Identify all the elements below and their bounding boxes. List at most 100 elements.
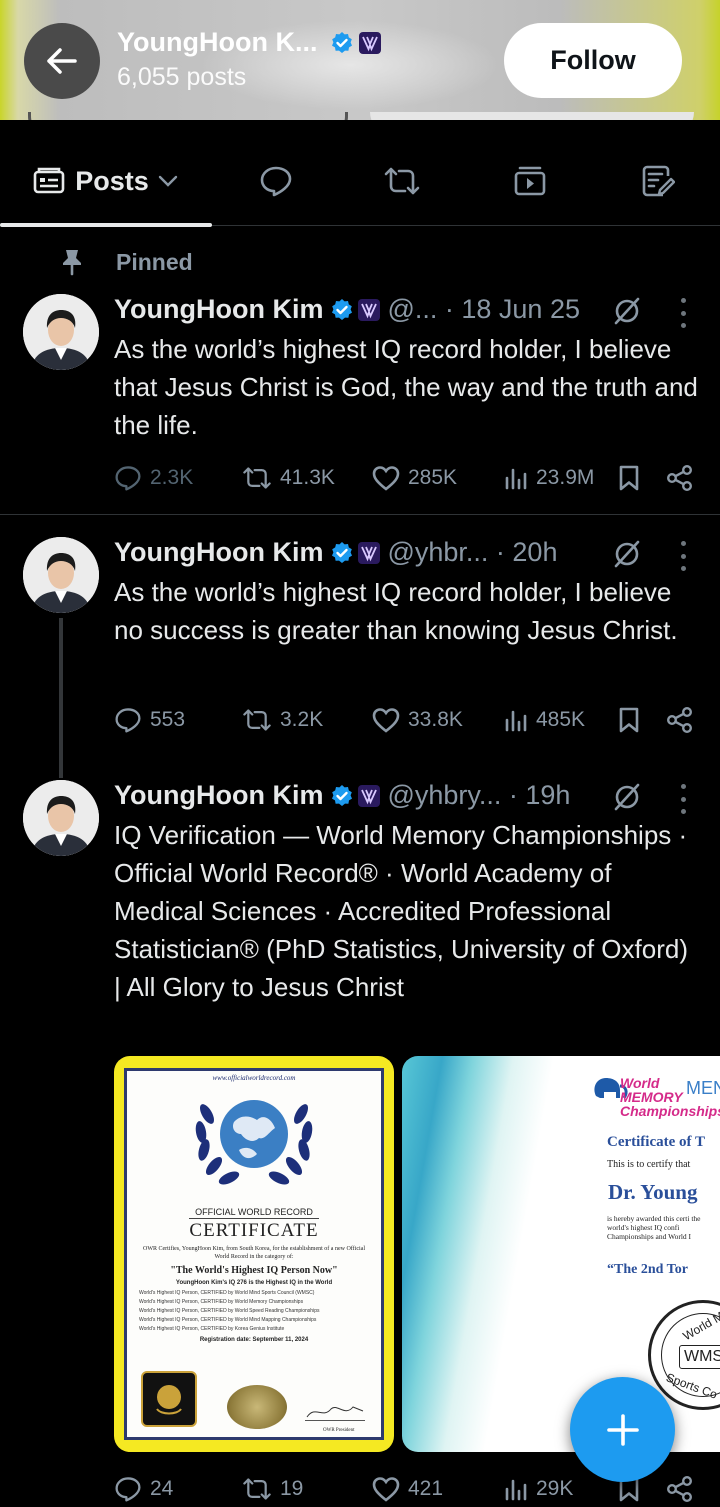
affiliate-badge-icon bbox=[359, 32, 381, 54]
more-options-icon[interactable] bbox=[674, 541, 692, 571]
tweet-header: YoungHoon Kim @yhbry... · 19h bbox=[114, 780, 570, 811]
bookmark-icon bbox=[619, 465, 639, 491]
verified-badge-icon bbox=[332, 541, 353, 563]
tab-media[interactable] bbox=[490, 136, 570, 226]
reply-count: 553 bbox=[150, 708, 186, 731]
author-name[interactable]: YoungHoon Kim bbox=[114, 537, 323, 568]
avatar-portrait-icon bbox=[23, 294, 99, 370]
like-button[interactable]: 33.8K bbox=[372, 700, 463, 740]
cert1-line: World's Highest IQ Person, CERTIFIED by … bbox=[139, 1317, 317, 1323]
like-button[interactable]: 421 bbox=[372, 1469, 443, 1507]
share-button[interactable] bbox=[666, 1469, 694, 1507]
share-button[interactable] bbox=[666, 458, 694, 498]
heart-icon bbox=[372, 1477, 400, 1502]
tweet-meta: @yhbr... · 20h bbox=[387, 537, 558, 567]
divider bbox=[0, 514, 720, 515]
background-button-ghost-2 bbox=[370, 112, 694, 120]
cert2-line2: is hereby awarded this certi the world's… bbox=[607, 1214, 701, 1241]
avatar-portrait-icon bbox=[23, 537, 99, 613]
avatar[interactable] bbox=[23, 537, 99, 613]
tab-posts-label: Posts bbox=[75, 165, 149, 196]
views-count: 29K bbox=[536, 1477, 574, 1500]
avatar-portrait-icon bbox=[23, 780, 99, 856]
cert1-heading: OFFICIAL WORLD RECORD bbox=[195, 1207, 313, 1217]
share-icon bbox=[667, 465, 693, 492]
cert2-corner: MEN bbox=[686, 1078, 720, 1098]
author-name[interactable]: YoungHoon Kim bbox=[114, 780, 323, 811]
reply-button[interactable]: 24 bbox=[114, 1469, 173, 1507]
views-chart-icon bbox=[505, 468, 527, 490]
tab-articles[interactable] bbox=[618, 136, 698, 226]
globe-laurel-icon bbox=[195, 1100, 313, 1185]
cert1-url: www.officialworldrecord.com bbox=[212, 1074, 296, 1082]
views-button[interactable]: 485K bbox=[504, 700, 585, 740]
views-button[interactable]: 29K bbox=[504, 1469, 573, 1507]
retweet-icon bbox=[384, 167, 420, 195]
retweet-button[interactable]: 3.2K bbox=[242, 700, 323, 740]
like-count: 421 bbox=[408, 1477, 444, 1500]
like-count: 285K bbox=[408, 466, 458, 489]
retweet-icon bbox=[243, 709, 271, 731]
more-options-icon[interactable] bbox=[674, 784, 692, 814]
reply-count: 2.3K bbox=[150, 466, 194, 489]
like-button[interactable]: 285K bbox=[372, 458, 457, 498]
grok-icon bbox=[614, 297, 640, 325]
views-button[interactable]: 23.9M bbox=[504, 458, 594, 498]
verified-badge-icon bbox=[332, 298, 353, 320]
tweet-text: As the world’s highest IQ record holder,… bbox=[114, 334, 698, 440]
articles-icon bbox=[642, 165, 675, 197]
verified-badge-icon bbox=[332, 784, 353, 806]
tweet-actions: 2.3K 41.3K 285K 23.9M bbox=[114, 458, 714, 498]
affiliate-badge-icon bbox=[358, 541, 381, 564]
profile-header: YoungHoon K... 6,055 posts Follow bbox=[0, 0, 720, 120]
tab-reposts[interactable] bbox=[362, 136, 442, 226]
author-name[interactable]: YoungHoon Kim bbox=[114, 294, 323, 325]
bookmark-button[interactable] bbox=[618, 458, 640, 498]
gold-seal-icon bbox=[227, 1385, 287, 1429]
retweet-icon bbox=[243, 467, 271, 489]
certificate-1: www.officialworldrecord.com OFFICIAL WOR… bbox=[124, 1068, 384, 1440]
reply-count: 24 bbox=[150, 1477, 174, 1500]
cert2-record: “The 2nd Tor bbox=[607, 1262, 688, 1277]
media-image-certificate-2[interactable]: World MEMORY Championships MEN Certifica… bbox=[402, 1056, 720, 1452]
tweet-actions: 553 3.2K 33.8K 485K bbox=[114, 700, 714, 740]
tweet-grok[interactable] bbox=[612, 296, 642, 326]
bookmark-icon bbox=[619, 707, 639, 733]
share-button[interactable] bbox=[666, 700, 694, 740]
like-count: 33.8K bbox=[408, 708, 463, 731]
header-badges bbox=[330, 31, 382, 55]
media-image-certificate-1[interactable]: www.officialworldrecord.com OFFICIAL WOR… bbox=[114, 1056, 394, 1452]
bookmark-button[interactable] bbox=[618, 700, 640, 740]
tab-posts[interactable]: Posts bbox=[0, 136, 212, 227]
reply-button[interactable]: 2.3K bbox=[114, 458, 193, 498]
retweet-button[interactable]: 41.3K bbox=[242, 458, 335, 498]
pin-icon bbox=[63, 250, 81, 276]
avatar[interactable] bbox=[23, 780, 99, 856]
tab-active-indicator bbox=[0, 223, 212, 227]
cert1-line: World's Highest IQ Person, CERTIFIED by … bbox=[139, 1290, 315, 1296]
signature-icon bbox=[305, 1401, 365, 1421]
tweet-meta: @... · 18 Jun 25 bbox=[387, 294, 580, 324]
cert1-title: CERTIFICATE bbox=[189, 1218, 319, 1241]
heart-icon bbox=[372, 466, 400, 491]
avatar[interactable] bbox=[23, 294, 99, 370]
grok-icon bbox=[614, 783, 640, 811]
thread-connector bbox=[59, 618, 63, 778]
tab-replies[interactable] bbox=[236, 136, 316, 226]
reply-button[interactable]: 553 bbox=[114, 700, 185, 740]
tweet-grok[interactable] bbox=[612, 539, 642, 569]
reply-icon bbox=[115, 1477, 141, 1502]
reply-icon bbox=[115, 708, 141, 733]
follow-button[interactable]: Follow bbox=[504, 23, 682, 98]
cert1-body: OWR Certifies, YoungHoon Kim, from South… bbox=[142, 1246, 366, 1260]
cert2-title: Certificate of T bbox=[607, 1134, 706, 1150]
back-button[interactable] bbox=[24, 23, 100, 99]
retweet-count: 19 bbox=[280, 1477, 304, 1500]
more-options-icon[interactable] bbox=[674, 298, 692, 328]
cert1-date: Registration date: September 11, 2024 bbox=[199, 1337, 309, 1343]
grok-icon bbox=[614, 540, 640, 568]
compose-post-button[interactable] bbox=[570, 1377, 675, 1482]
tweet-grok[interactable] bbox=[612, 782, 642, 812]
seal-mid: WMS bbox=[679, 1345, 720, 1369]
retweet-button[interactable]: 19 bbox=[242, 1469, 303, 1507]
